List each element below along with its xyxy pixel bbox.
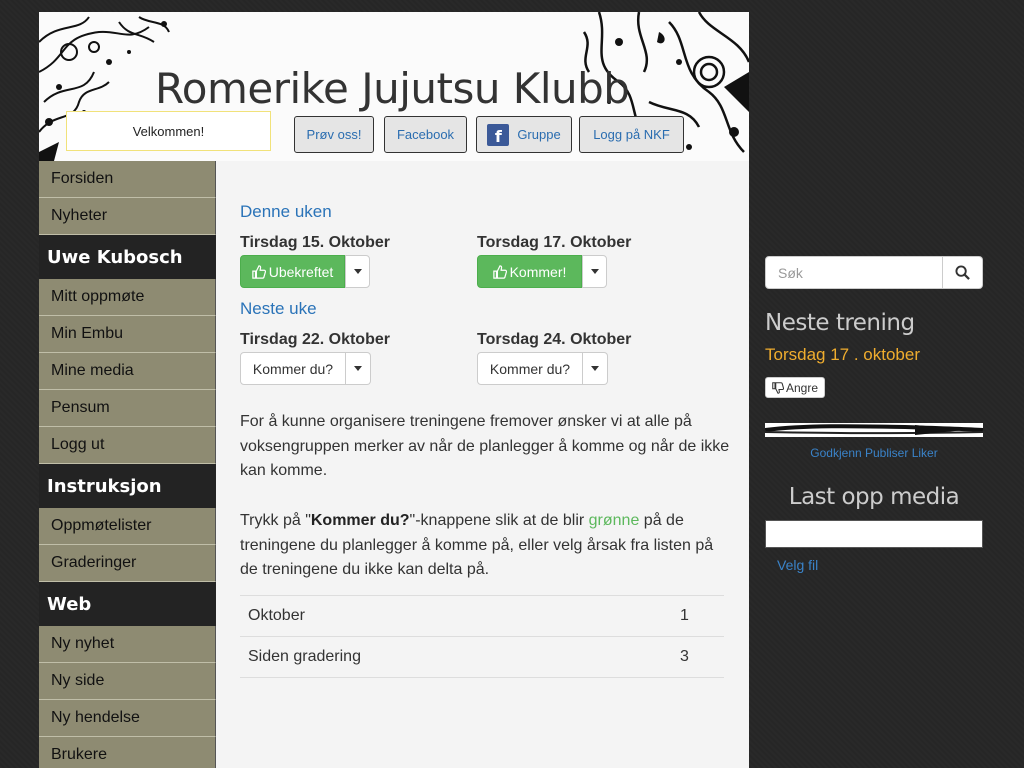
nkf-login-button[interactable]: Logg på NKF <box>579 116 684 153</box>
sidebar-item-ny-nyhet[interactable]: Ny nyhet <box>39 626 216 663</box>
attendance-caret-button[interactable] <box>582 255 607 288</box>
site-header: Romerike Jujutsu Klubb Velkommen! Prøv o… <box>39 12 749 161</box>
thumbs-up-icon <box>251 264 266 279</box>
attendance-button-label: Ubekreftet <box>268 263 334 280</box>
media-actions[interactable]: Godkjenn Publiser Liker <box>765 446 983 460</box>
facebook-button[interactable]: Facebook <box>384 116 467 153</box>
attendance-stats-table: Oktober 1 Siden gradering 3 <box>240 595 724 678</box>
sidebar-heading-web: Web <box>39 582 216 626</box>
sidebar-item-min-embu[interactable]: Min Embu <box>39 316 216 353</box>
thumbs-down-icon <box>772 381 784 394</box>
attendance-button-label: Kommer! <box>509 263 567 280</box>
chevron-down-icon <box>590 269 599 274</box>
sidebar-item-nyheter[interactable]: Nyheter <box>39 198 216 235</box>
upload-media-title: Last opp media <box>788 484 960 510</box>
site-title: Romerike Jujutsu Klubb <box>155 64 630 113</box>
instruction-text: "-knappene slik at de blir <box>409 512 589 529</box>
try-us-button[interactable]: Prøv oss! <box>294 116 374 153</box>
file-input[interactable] <box>765 520 983 548</box>
thumbs-up-icon <box>492 264 507 279</box>
sidebar-item-brukere[interactable]: Brukere <box>39 737 216 768</box>
table-row: Siden gradering 3 <box>240 637 724 678</box>
page-container: Romerike Jujutsu Klubb Velkommen! Prøv o… <box>39 12 749 768</box>
attendance-dropdown: Kommer! <box>477 255 607 288</box>
this-week-title: Denne uken <box>240 202 332 221</box>
sidebar-item-logg-ut[interactable]: Logg ut <box>39 427 216 464</box>
facebook-group-label: Gruppe <box>517 127 561 142</box>
chevron-down-icon <box>354 366 362 371</box>
sidebar-item-graderinger[interactable]: Graderinger <box>39 545 216 582</box>
main-content: Denne uken Tirsdag 15. Oktober Ubekrefte… <box>216 161 749 768</box>
sidebar-item-forsiden[interactable]: Forsiden <box>39 161 216 198</box>
choose-file-link[interactable]: Velg fil <box>777 557 818 573</box>
attendance-button[interactable]: Kommer du? <box>477 352 583 385</box>
attendance-dropdown: Ubekreftet <box>240 255 370 288</box>
instruction-green-word: grønne <box>588 512 640 529</box>
instruction-paragraph: Trykk på "Kommer du?"-knappene slik at d… <box>240 509 730 583</box>
attendance-caret-button[interactable] <box>345 255 370 288</box>
angre-button[interactable]: Angre <box>765 377 826 398</box>
search-form: Søk <box>765 256 983 289</box>
sidebar-heading-user: Uwe Kubosch <box>39 235 216 279</box>
sidebar-item-ny-side[interactable]: Ny side <box>39 663 216 700</box>
instruction-bold: Kommer du? <box>310 512 410 529</box>
facebook-icon: f <box>487 123 510 146</box>
attendance-caret-button[interactable] <box>346 352 371 385</box>
sidebar-item-pensum[interactable]: Pensum <box>39 390 216 427</box>
stat-label: Siden gradering <box>248 648 361 665</box>
right-sidebar: Søk Neste trening Torsdag 17 . oktober A… <box>765 0 983 768</box>
search-button[interactable] <box>943 256 983 289</box>
attendance-button[interactable]: Ubekreftet <box>240 255 345 288</box>
attendance-button[interactable]: Kommer du? <box>240 352 346 385</box>
chevron-down-icon <box>353 269 362 274</box>
sidebar-item-mine-media[interactable]: Mine media <box>39 353 216 390</box>
session-day-label: Torsdag 24. Oktober <box>477 331 632 348</box>
angre-label: Angre <box>786 380 819 395</box>
next-week-title: Neste uke <box>240 299 317 318</box>
info-paragraph: For å kunne organisere treningene fremov… <box>240 413 730 479</box>
next-training-title: Neste trening <box>765 310 915 336</box>
search-input[interactable]: Søk <box>765 256 943 289</box>
table-row: Oktober 1 <box>240 596 724 637</box>
attendance-dropdown: Kommer du? <box>477 352 608 385</box>
session-day-label: Torsdag 17. Oktober <box>477 234 632 251</box>
welcome-box: Velkommen! <box>66 111 271 151</box>
media-thumbnail[interactable] <box>765 423 983 437</box>
attendance-dropdown: Kommer du? <box>240 352 371 385</box>
attendance-button[interactable]: Kommer! <box>477 255 582 288</box>
session-day-label: Tirsdag 15. Oktober <box>240 234 390 251</box>
facebook-group-button[interactable]: f Gruppe <box>476 116 572 153</box>
session-day-label: Tirsdag 22. Oktober <box>240 331 390 348</box>
stat-value: 3 <box>680 648 689 665</box>
attendance-caret-button[interactable] <box>583 352 608 385</box>
next-training-date: Torsdag 17 . oktober <box>765 345 920 364</box>
sidebar-heading-instruksjon: Instruksjon <box>39 464 216 508</box>
stat-label: Oktober <box>248 607 305 624</box>
sidebar-item-mitt-oppmote[interactable]: Mitt oppmøte <box>39 279 216 316</box>
sidebar-item-ny-hendelse[interactable]: Ny hendelse <box>39 700 216 737</box>
stat-value: 1 <box>680 607 689 624</box>
search-icon <box>955 265 970 280</box>
sidebar-nav: Forsiden Nyheter Uwe Kubosch Mitt oppmøt… <box>39 161 216 768</box>
chevron-down-icon <box>591 366 599 371</box>
sidebar-item-oppmotelister[interactable]: Oppmøtelister <box>39 508 216 545</box>
instruction-text: Trykk på " <box>240 512 311 529</box>
